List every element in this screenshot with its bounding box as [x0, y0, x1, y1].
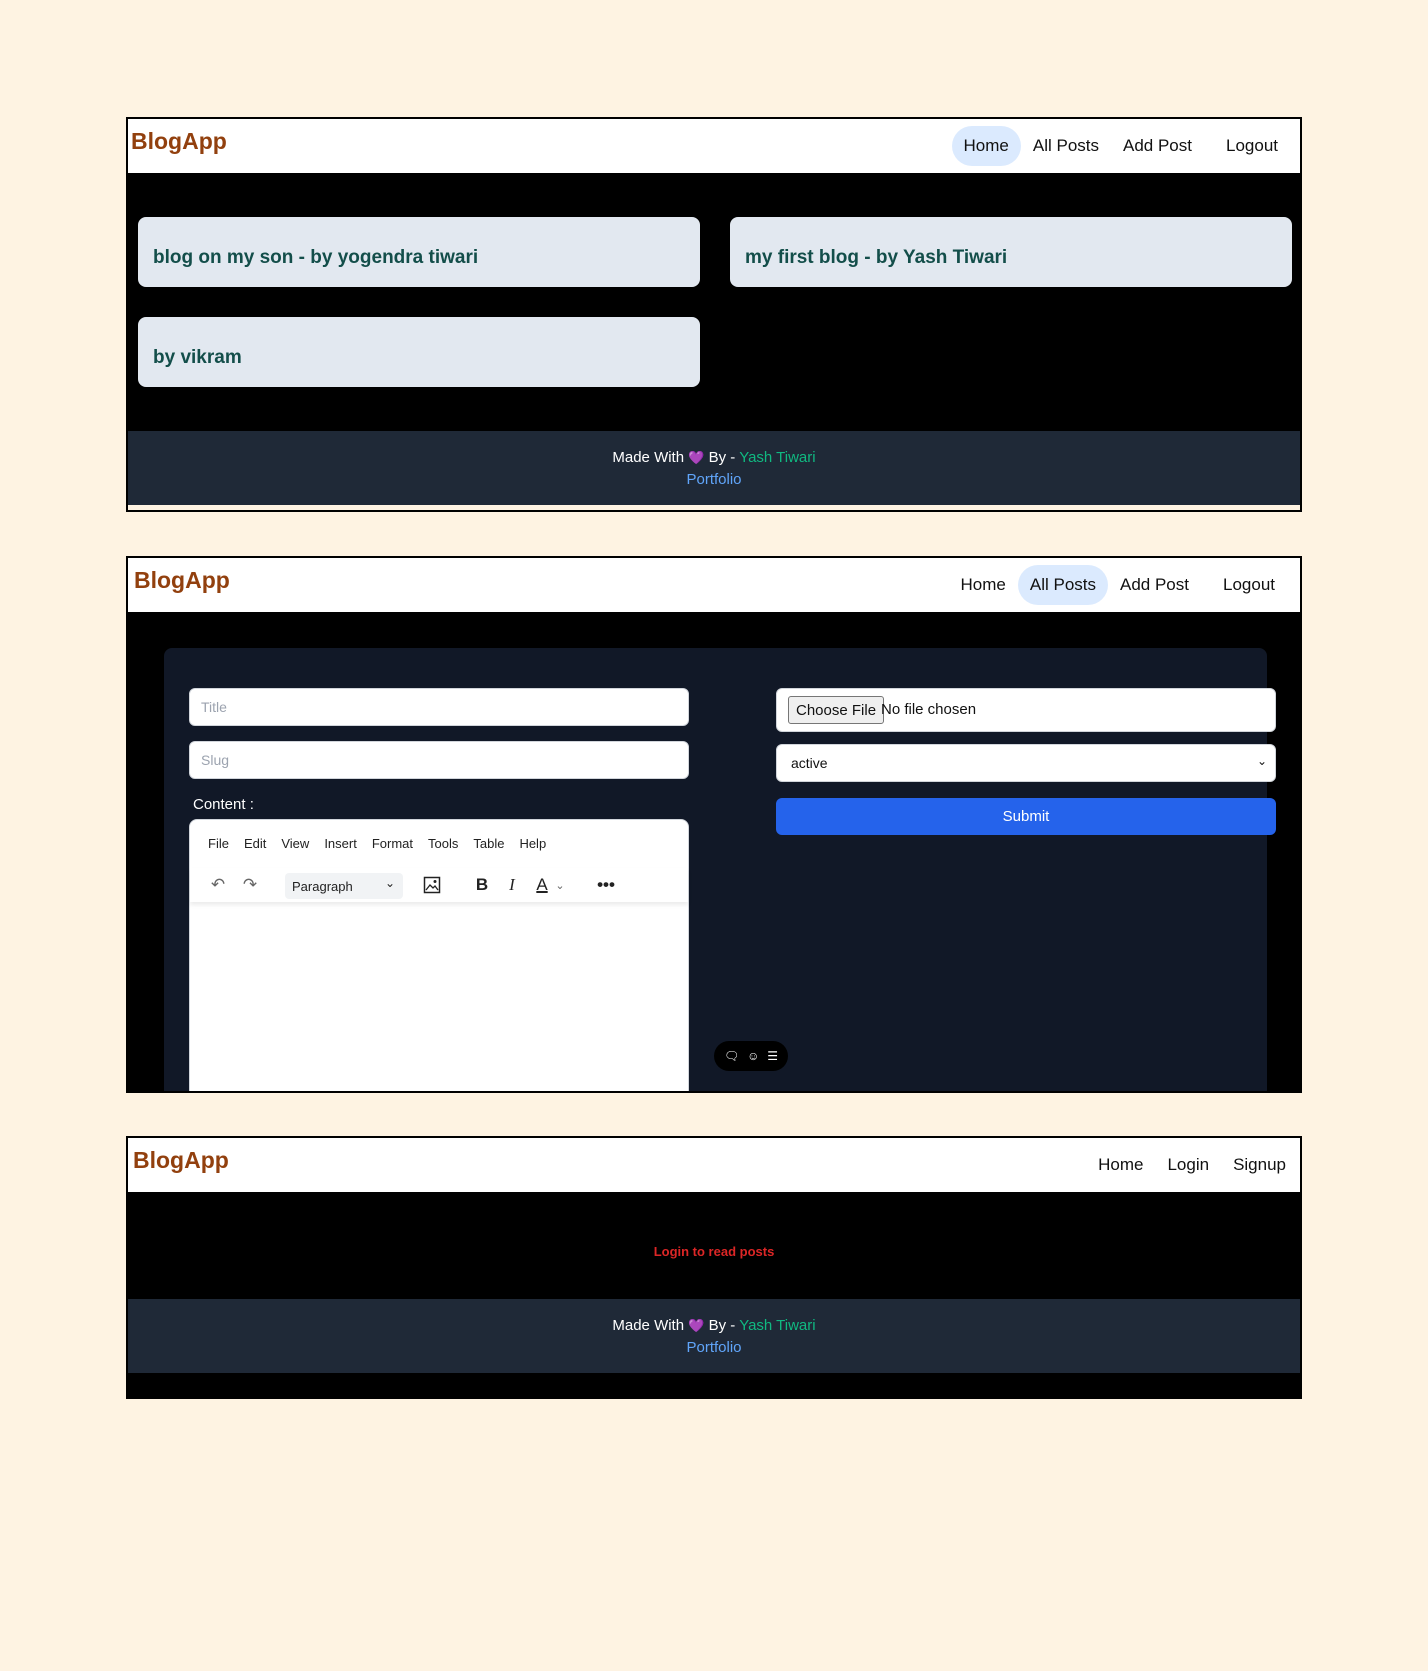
menu-table[interactable]: Table — [473, 836, 504, 851]
editor-toolbar: ↶ ↷ Paragraph ⌄ B I A ⌄ ••• — [190, 868, 688, 902]
submit-button[interactable]: Submit — [776, 798, 1276, 835]
form-area: Title Slug Content : File Edit View Inse… — [128, 612, 1300, 1091]
footer: Made With 💜 By - Yash Tiwari Portfolio — [128, 431, 1300, 505]
post-card[interactable]: by vikram — [138, 317, 700, 387]
nav-add-post[interactable]: Add Post — [1111, 126, 1204, 166]
text-color-icon[interactable]: A — [530, 868, 554, 902]
image-file-input[interactable]: Choose File No file chosen — [776, 688, 1276, 732]
chevron-down-icon: ⌄ — [1256, 754, 1267, 768]
nav-home[interactable]: Home — [949, 565, 1018, 605]
message-area: Login to read posts — [128, 1192, 1300, 1299]
menu-edit[interactable]: Edit — [244, 836, 266, 851]
post-title: my first blog - by Yash Tiwari — [745, 247, 1008, 268]
navbar: BlogApp Home Login Signup — [128, 1138, 1300, 1192]
nav-home[interactable]: Home — [1086, 1145, 1155, 1185]
menu-help[interactable]: Help — [519, 836, 546, 851]
nav-menu: Home Login Signup — [1086, 1145, 1298, 1185]
heart-icon: 💜 — [688, 450, 705, 465]
nav-menu: Home All Posts Add Post Logout — [951, 126, 1291, 166]
editor-floating-toolbar: 🗨 ☺ ☰ — [714, 1041, 788, 1071]
chevron-down-icon: ⌄ — [384, 876, 395, 890]
author-link[interactable]: Yash Tiwari — [739, 1317, 815, 1334]
screenshot-home: BlogApp Home All Posts Add Post Logout b… — [126, 117, 1302, 512]
nav-logout[interactable]: Logout — [1214, 126, 1290, 166]
footer: Made With 💜 By - Yash Tiwari Portfolio — [128, 1299, 1300, 1373]
nav-all-posts[interactable]: All Posts — [1017, 565, 1108, 605]
slug-input[interactable]: Slug — [189, 741, 689, 779]
status-select[interactable]: active ⌄ — [776, 744, 1276, 782]
bold-icon[interactable]: B — [470, 868, 494, 902]
heart-icon: 💜 — [688, 1318, 705, 1333]
chevron-down-icon[interactable]: ⌄ — [552, 868, 568, 902]
file-status: No file chosen — [881, 701, 977, 718]
editor-menubar: File Edit View Insert Format Tools Table… — [208, 836, 561, 851]
nav-add-post[interactable]: Add Post — [1108, 565, 1201, 605]
more-icon[interactable]: ••• — [594, 868, 618, 902]
screenshot-add-post: BlogApp Home All Posts Add Post Logout T… — [126, 556, 1302, 1093]
navbar: BlogApp Home All Posts Add Post Logout — [128, 119, 1300, 173]
nav-menu: Home All Posts Add Post Logout — [949, 565, 1288, 605]
nav-signup[interactable]: Signup — [1221, 1145, 1298, 1185]
post-form: Title Slug Content : File Edit View Inse… — [164, 648, 1276, 1091]
menu-tools[interactable]: Tools — [428, 836, 458, 851]
bottom-strip — [128, 1373, 1300, 1397]
nav-home[interactable]: Home — [951, 126, 1021, 166]
nav-all-posts[interactable]: All Posts — [1021, 126, 1111, 166]
choose-file-button[interactable]: Choose File — [788, 696, 885, 724]
content-label: Content : — [193, 796, 254, 813]
portfolio-link[interactable]: Portfolio — [128, 1339, 1300, 1356]
menu-insert[interactable]: Insert — [324, 836, 357, 851]
list-icon[interactable]: ☰ — [767, 1049, 778, 1063]
menu-file[interactable]: File — [208, 836, 229, 851]
brand-logo[interactable]: BlogApp — [134, 567, 230, 594]
footer-credit: Made With 💜 By - Yash Tiwari — [612, 1317, 816, 1334]
login-required-message: Login to read posts — [653, 1244, 775, 1259]
user-add-icon[interactable]: ☺ — [747, 1049, 759, 1063]
post-title: by vikram — [153, 347, 242, 368]
footer-credit: Made With 💜 By - Yash Tiwari — [612, 449, 816, 466]
menu-view[interactable]: View — [281, 836, 309, 851]
posts-area: blog on my son - by yogendra tiwari my f… — [128, 173, 1300, 431]
menu-format[interactable]: Format — [372, 836, 413, 851]
author-link[interactable]: Yash Tiwari — [739, 449, 815, 466]
undo-icon[interactable]: ↶ — [206, 868, 230, 902]
redo-icon[interactable]: ↷ — [238, 868, 262, 902]
title-input[interactable]: Title — [189, 688, 689, 726]
portfolio-link[interactable]: Portfolio — [128, 471, 1300, 488]
post-title: blog on my son - by yogendra tiwari — [153, 247, 479, 268]
screenshot-logged-out: BlogApp Home Login Signup Login to read … — [126, 1136, 1302, 1399]
italic-icon[interactable]: I — [500, 868, 524, 902]
brand-logo[interactable]: BlogApp — [133, 1147, 229, 1174]
image-icon[interactable] — [420, 868, 444, 902]
rich-text-editor[interactable]: File Edit View Insert Format Tools Table… — [189, 819, 689, 1091]
post-card[interactable]: my first blog - by Yash Tiwari — [730, 217, 1292, 287]
post-card[interactable]: blog on my son - by yogendra tiwari — [138, 217, 700, 287]
block-format-select[interactable]: Paragraph ⌄ — [285, 873, 403, 899]
comment-icon[interactable]: 🗨 — [724, 1049, 739, 1063]
nav-login[interactable]: Login — [1155, 1145, 1221, 1185]
nav-logout[interactable]: Logout — [1211, 565, 1287, 605]
navbar: BlogApp Home All Posts Add Post Logout — [128, 558, 1300, 612]
brand-logo[interactable]: BlogApp — [131, 128, 227, 155]
